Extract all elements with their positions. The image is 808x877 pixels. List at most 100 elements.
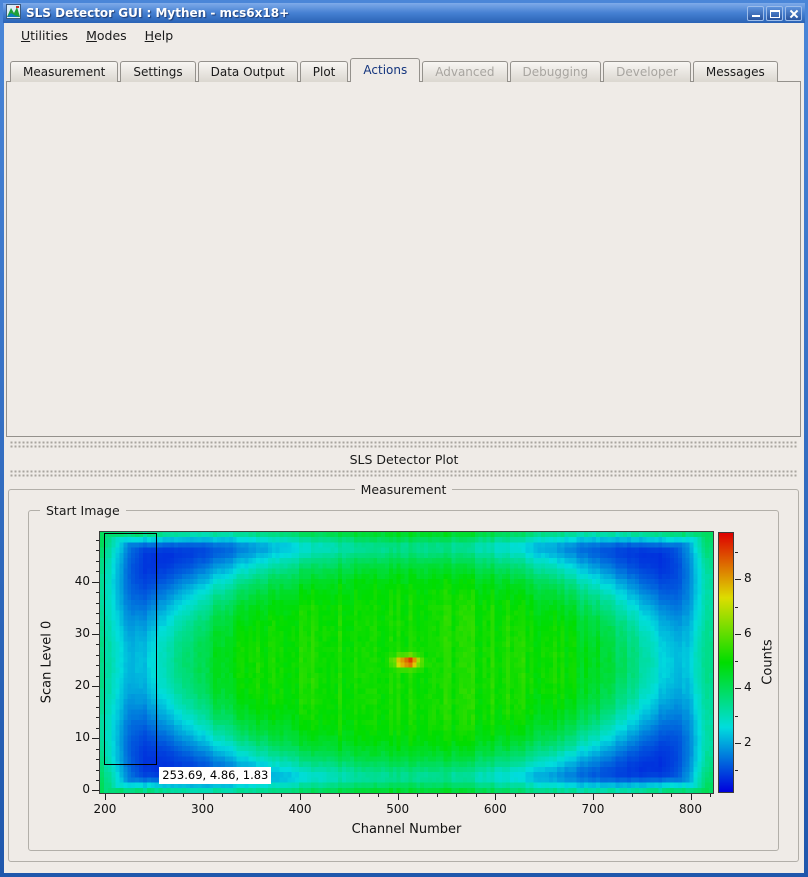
x-axis-tick-label: 600: [470, 802, 520, 816]
x-axis-minor-tick: [476, 794, 477, 797]
x-axis-minor-tick: [222, 794, 223, 797]
x-axis-tick-label: 300: [178, 802, 228, 816]
x-axis-minor-tick: [163, 794, 164, 797]
y-axis-minor-tick: [96, 707, 99, 708]
splitter-handle[interactable]: [10, 441, 798, 448]
splitter-handle[interactable]: [10, 470, 798, 477]
x-axis-minor-tick: [671, 794, 672, 797]
x-axis-tick-label: 500: [373, 802, 423, 816]
colorbar: [719, 533, 733, 792]
menu-help[interactable]: Help: [136, 26, 183, 45]
x-axis-tick: [105, 794, 106, 800]
x-axis-minor-tick: [261, 794, 262, 797]
menu-bar: Utilities Modes Help: [4, 24, 804, 46]
colorbar-minor-tick: [735, 552, 738, 553]
tab-data-output[interactable]: Data Output: [198, 61, 298, 82]
x-axis-tick: [398, 794, 399, 800]
y-axis-minor-tick: [96, 644, 99, 645]
x-axis-tick: [691, 794, 692, 800]
y-axis-minor-tick: [96, 550, 99, 551]
x-axis-tick-label: 800: [666, 802, 716, 816]
y-axis-minor-tick: [96, 717, 99, 718]
y-axis-minor-tick: [96, 613, 99, 614]
colorbar-minor-tick: [735, 770, 738, 771]
y-axis-minor-tick: [96, 592, 99, 593]
measurement-group-title: Measurement: [8, 482, 799, 497]
y-axis-minor-tick: [96, 623, 99, 624]
y-axis-tick-label: 10: [58, 730, 90, 744]
x-axis-minor-tick: [573, 794, 574, 797]
y-axis-minor-tick: [96, 655, 99, 656]
tab-settings[interactable]: Settings: [120, 61, 195, 82]
y-axis-tick-label: 40: [58, 574, 90, 588]
menu-modes[interactable]: Modes: [77, 26, 136, 45]
x-axis-minor-tick: [554, 794, 555, 797]
tab-bar: Measurement Settings Data Output Plot Ac…: [10, 58, 780, 82]
tab-plot[interactable]: Plot: [300, 61, 349, 82]
colorbar-minor-tick: [735, 716, 738, 717]
actions-tab-panel: [6, 81, 801, 437]
y-axis-minor-tick: [96, 561, 99, 562]
x-axis-minor-tick: [456, 794, 457, 797]
tab-messages[interactable]: Messages: [693, 61, 778, 82]
x-axis-minor-tick: [710, 794, 711, 797]
y-axis-minor-tick: [96, 749, 99, 750]
x-axis-minor-tick: [534, 794, 535, 797]
tab-actions[interactable]: Actions: [350, 58, 420, 82]
x-axis-tick: [300, 794, 301, 800]
heatmap-canvas[interactable]: [100, 532, 713, 793]
y-axis-tick-label: 30: [58, 626, 90, 640]
tab-developer[interactable]: Developer: [603, 61, 691, 82]
x-axis-tick-label: 400: [275, 802, 325, 816]
y-axis-minor-tick: [96, 603, 99, 604]
y-axis-tick: [92, 738, 99, 739]
y-axis-tick-label: 20: [58, 678, 90, 692]
y-axis-minor-tick: [96, 780, 99, 781]
x-axis-minor-tick: [378, 794, 379, 797]
x-axis-minor-tick: [515, 794, 516, 797]
minimize-icon: [752, 15, 760, 17]
tab-debugging[interactable]: Debugging: [510, 61, 602, 82]
app-window: SLS Detector GUI : Mythen - mcs6x18+ Uti…: [0, 0, 808, 877]
dock-title: SLS Detector Plot: [4, 452, 804, 467]
y-axis-minor-tick: [96, 540, 99, 541]
zoom-selection-rect: [104, 533, 157, 766]
x-axis-minor-tick: [652, 794, 653, 797]
x-axis-minor-tick: [242, 794, 243, 797]
colorbar-minor-tick: [735, 661, 738, 662]
x-axis-tick: [495, 794, 496, 800]
y-axis-tick: [92, 686, 99, 687]
colorbar-tick-label: 6: [744, 626, 764, 640]
y-axis-tick-label: 0: [58, 782, 90, 796]
colorbar-tick: [735, 634, 741, 635]
x-axis-tick-label: 200: [80, 802, 130, 816]
y-axis-minor-tick: [96, 676, 99, 677]
x-axis-minor-tick: [339, 794, 340, 797]
title-bar[interactable]: SLS Detector GUI : Mythen - mcs6x18+: [3, 3, 805, 23]
y-axis-minor-tick: [96, 571, 99, 572]
tab-advanced[interactable]: Advanced: [422, 61, 507, 82]
x-axis-tick: [203, 794, 204, 800]
x-axis-minor-tick: [281, 794, 282, 797]
colorbar-tick-label: 2: [744, 735, 764, 749]
maximize-icon: [770, 10, 780, 18]
position-tooltip: 253.69, 4.86, 1.83: [159, 767, 271, 784]
colorbar-tick-label: 8: [744, 571, 764, 585]
x-axis-minor-tick: [144, 794, 145, 797]
maximize-button[interactable]: [766, 6, 783, 21]
x-axis-minor-tick: [320, 794, 321, 797]
tab-measurement[interactable]: Measurement: [10, 61, 118, 82]
colorbar-minor-tick: [735, 607, 738, 608]
colorbar-tick: [735, 579, 741, 580]
app-icon: [6, 4, 21, 22]
menu-utilities[interactable]: Utilities: [12, 26, 77, 45]
close-button[interactable]: [785, 6, 802, 21]
x-axis-minor-tick: [359, 794, 360, 797]
colorbar-tick: [735, 688, 741, 689]
y-axis-title: Scan Level 0: [40, 621, 55, 703]
x-axis-tick: [593, 794, 594, 800]
x-axis-minor-tick: [613, 794, 614, 797]
y-axis-tick: [92, 790, 99, 791]
y-axis-minor-tick: [96, 728, 99, 729]
minimize-button[interactable]: [747, 6, 764, 21]
